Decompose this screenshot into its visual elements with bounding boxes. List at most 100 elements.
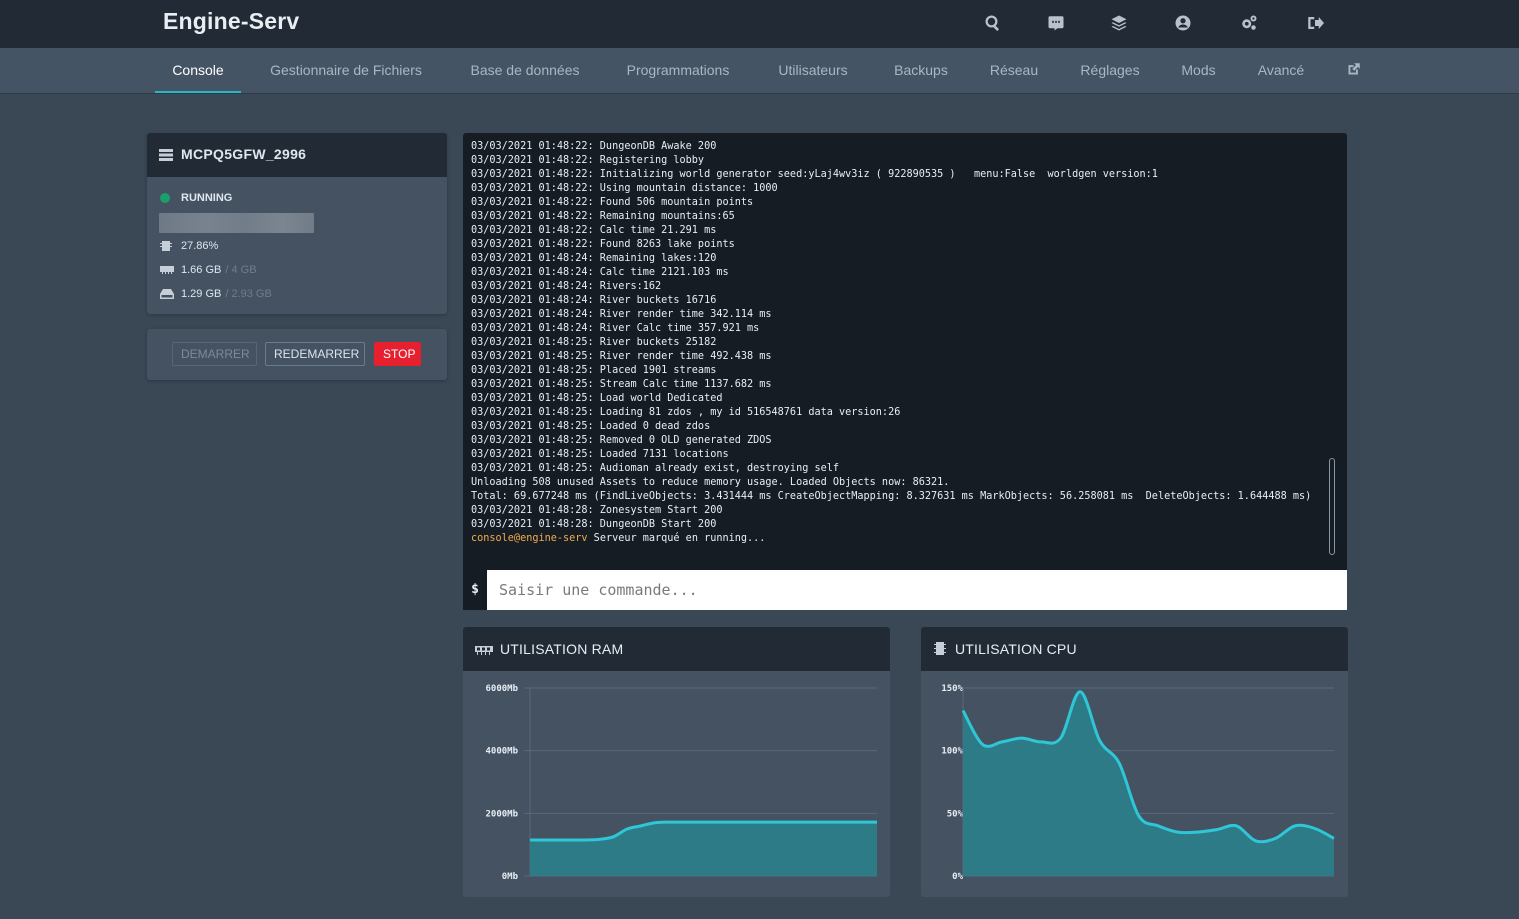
tab-mods[interactable]: Mods	[1171, 48, 1226, 93]
console-line: 03/03/2021 01:48:22: Initializing world …	[471, 169, 1158, 180]
ram-chart-title: UTILISATION RAM	[500, 641, 624, 657]
console-line: 03/03/2021 01:48:25: Loaded 7131 locatio…	[471, 449, 729, 460]
console-line: 03/03/2021 01:48:24: River Calc time 357…	[471, 323, 760, 334]
console-line: 03/03/2021 01:48:22: Found 506 mountain …	[471, 197, 754, 208]
tab-settings[interactable]: Réglages	[1069, 48, 1151, 93]
status-label: RUNNING	[181, 192, 233, 204]
chart-y-tick: 2000Mb	[485, 809, 518, 819]
cpu-chart-panel: UTILISATION CPU 150% 100% 50% 0%	[921, 627, 1348, 897]
chart-area-fill	[530, 822, 877, 876]
restart-button[interactable]: REDEMARRER	[265, 342, 365, 366]
disk-stat: 1.29 GB / 2.93 GB	[160, 286, 272, 302]
console-line: 03/03/2021 01:48:24: River render time 3…	[471, 309, 772, 320]
start-button[interactable]: DEMARRER	[172, 342, 257, 366]
tab-advanced[interactable]: Avancé	[1246, 48, 1316, 93]
cpu-chart: 150% 100% 50% 0%	[941, 684, 1335, 882]
ram-used: 1.66 GB	[181, 264, 222, 276]
status-dot-icon	[160, 192, 174, 204]
console-prompt-message: Serveur marqué en running...	[587, 533, 766, 544]
chart-y-tick: 4000Mb	[485, 747, 518, 757]
console-line: 03/03/2021 01:48:25: Loaded 0 dead zdos	[471, 421, 711, 432]
console-line: 03/03/2021 01:48:24: Calc time 2121.103 …	[471, 267, 729, 278]
command-prefix: $	[471, 582, 479, 597]
console-line: 03/03/2021 01:48:22: Calc time 21.291 ms	[471, 225, 717, 236]
tab-database[interactable]: Base de données	[458, 48, 592, 93]
chart-y-tick: 100%	[941, 747, 963, 757]
chart-y-tick: 0%	[952, 872, 963, 882]
hdd-icon	[160, 288, 174, 300]
user-circle-icon[interactable]	[1172, 12, 1194, 34]
console-prompt-line: console@engine-serv Serveur marqué en ru…	[471, 532, 1327, 546]
console-line: 03/03/2021 01:48:25: Stream Calc time 11…	[471, 379, 772, 390]
console-line: 03/03/2021 01:48:28: Zonesystem Start 20…	[471, 505, 723, 516]
console-line: 03/03/2021 01:48:28: DungeonDB Start 200	[471, 519, 717, 530]
console-line: 03/03/2021 01:48:25: River buckets 25182	[471, 337, 717, 348]
console-line: 03/03/2021 01:48:25: River render time 4…	[471, 351, 772, 362]
controls-panel: DEMARRER REDEMARRER STOP	[147, 329, 447, 380]
memory-icon	[475, 643, 493, 661]
search-icon[interactable]	[982, 12, 1004, 34]
tab-console[interactable]: Console	[155, 48, 241, 93]
tab-users[interactable]: Utilisateurs	[764, 48, 862, 93]
disk-used: 1.29 GB	[181, 288, 222, 300]
command-input[interactable]	[487, 570, 1347, 610]
cpu-icon	[934, 641, 946, 661]
console-prompt-user: console@engine-serv	[471, 533, 588, 544]
console-line: 03/03/2021 01:48:25: Loading 81 zdos , m…	[471, 407, 901, 418]
layers-icon[interactable]	[1108, 12, 1130, 34]
ram-chart: 6000Mb 4000Mb 2000Mb 0Mb	[485, 684, 877, 882]
top-bar: Engine-Serv	[0, 0, 1519, 48]
cpu-chart-title: UTILISATION CPU	[955, 641, 1077, 657]
console-line: 03/03/2021 01:48:24: Remaining lakes:120	[471, 253, 717, 264]
tab-backups[interactable]: Backups	[882, 48, 960, 93]
chart-y-tick: 6000Mb	[485, 684, 518, 694]
server-icon	[159, 148, 173, 166]
chart-y-tick: 50%	[947, 809, 964, 819]
console-line: Total: 69.677248 ms (FindLiveObjects: 3.…	[471, 491, 1312, 502]
console-line: 03/03/2021 01:48:24: River buckets 16716	[471, 295, 717, 306]
console-line: 03/03/2021 01:48:22: DungeonDB Awake 200	[471, 141, 717, 152]
console-line: 03/03/2021 01:48:25: Load world Dedicate…	[471, 393, 723, 404]
console-line: 03/03/2021 01:48:22: Found 8263 lake poi…	[471, 239, 735, 250]
server-name: MCPQ5GFW_2996	[181, 146, 307, 162]
disk-total: / 2.93 GB	[225, 288, 272, 300]
main-nav: Console Gestionnaire de Fichiers Base de…	[0, 48, 1519, 94]
redacted-address	[159, 213, 314, 233]
console-output[interactable]: 03/03/2021 01:48:22: DungeonDB Awake 200…	[463, 133, 1347, 570]
console-line: 03/03/2021 01:48:22: Registering lobby	[471, 155, 705, 166]
chart-y-tick: 0Mb	[502, 872, 519, 882]
cpu-icon	[160, 240, 174, 252]
ram-stat: 1.66 GB / 4 GB	[160, 262, 257, 278]
ram-chart-header: UTILISATION RAM	[463, 627, 890, 671]
console-line: 03/03/2021 01:48:25: Removed 0 OLD gener…	[471, 435, 772, 446]
app-title[interactable]: Engine-Serv	[163, 8, 299, 35]
tab-schedules[interactable]: Programmations	[612, 48, 744, 93]
memory-icon	[160, 264, 174, 276]
cogs-icon[interactable]	[1238, 12, 1260, 34]
console-line: 03/03/2021 01:48:25: Audioman already ex…	[471, 463, 840, 474]
cpu-chart-header: UTILISATION CPU	[921, 627, 1348, 671]
external-link-icon[interactable]	[1340, 62, 1366, 78]
chart-area-fill	[963, 691, 1334, 876]
console-line: 03/03/2021 01:48:22: Using mountain dist…	[471, 183, 778, 194]
server-info-header: MCPQ5GFW_2996	[147, 133, 447, 177]
console-scrollbar[interactable]	[1329, 458, 1335, 555]
console-line: 03/03/2021 01:48:24: Rivers:162	[471, 281, 662, 292]
cpu-value: 27.86%	[181, 240, 219, 252]
stop-button[interactable]: STOP	[374, 342, 421, 366]
console-line: Unloading 508 unused Assets to reduce me…	[471, 477, 950, 488]
sign-out-icon[interactable]	[1304, 12, 1326, 34]
console-line: 03/03/2021 01:48:22: Remaining mountains…	[471, 211, 735, 222]
tab-file-manager[interactable]: Gestionnaire de Fichiers	[255, 48, 437, 93]
tab-network[interactable]: Réseau	[979, 48, 1049, 93]
chart-y-tick: 150%	[941, 684, 963, 694]
console-log: 03/03/2021 01:48:22: DungeonDB Awake 200…	[471, 140, 1327, 546]
cpu-stat: 27.86%	[160, 238, 218, 254]
server-status: RUNNING	[160, 190, 232, 206]
command-row: $	[463, 570, 1347, 610]
console-line: 03/03/2021 01:48:25: Placed 1901 streams	[471, 365, 717, 376]
ram-total: / 4 GB	[225, 264, 257, 276]
chat-icon[interactable]	[1045, 12, 1067, 34]
ram-chart-panel: UTILISATION RAM 6000Mb 4000Mb 2000Mb 0Mb	[463, 627, 890, 897]
server-info-panel: MCPQ5GFW_2996 RUNNING 27.86% 1.66 GB / 4…	[147, 133, 447, 314]
